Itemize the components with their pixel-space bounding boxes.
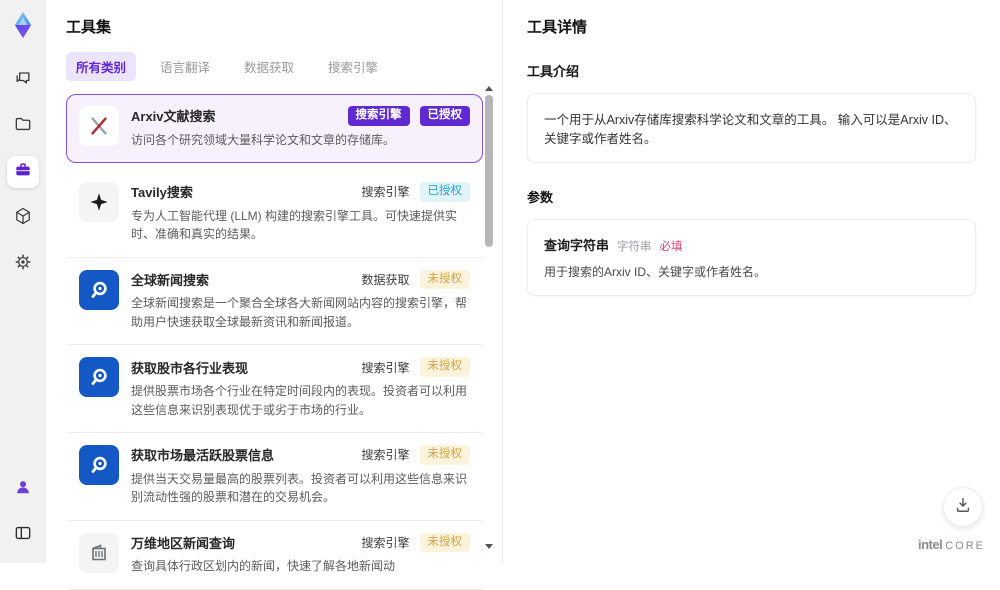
tool-auth-badge: 未授权	[419, 445, 470, 465]
tool-title: 获取股市各行业表现	[131, 360, 249, 376]
tool-list-panel: 工具集 所有类别 语言翻译 数据获取 搜索引擎 Arxiv文献搜索 搜索引擎 已…	[46, 0, 503, 590]
tool-category-badge: 搜索引擎	[347, 106, 410, 126]
params-heading: 参数	[527, 190, 554, 205]
download-icon	[953, 495, 973, 520]
page-title: 工具集	[66, 19, 112, 36]
tool-description: 提供股票市场各个行业在特定时间段内的表现。投资者可以利用这些信息来识别表现优于或…	[131, 383, 468, 417]
tab-label: 语言翻译	[160, 61, 211, 75]
sidebar-item-packages[interactable]	[7, 202, 39, 234]
tool-category-badge: 搜索引擎	[361, 360, 410, 375]
param-box: 查询字符串 字符串 必填 用于搜索的Arxiv ID、关键字或作者姓名。	[527, 219, 976, 296]
tool-auth-badge: 未授权	[419, 532, 470, 553]
sidebar-item-settings[interactable]	[7, 248, 39, 280]
detail-title: 工具详情	[527, 19, 588, 36]
tool-auth-badge: 已授权	[419, 106, 470, 126]
core-brand-text: CORE	[945, 540, 985, 552]
tool-description: 查询具体行政区划内的新闻，快速了解各地新闻动	[131, 559, 396, 574]
category-tab-3[interactable]: 搜索引擎	[318, 52, 388, 81]
sidebar-item-tools[interactable]	[7, 156, 39, 188]
tool-description: 专为人工智能代理 (LLM) 构建的搜索引擎工具。可快速提供实时、准确和真实的结…	[131, 208, 458, 242]
category-tab-0[interactable]: 所有类别	[66, 52, 137, 81]
intro-text: 一个用于从Arxiv存储库搜索科学论文和文章的工具。 输入可以是Arxiv ID…	[544, 113, 957, 146]
tool-title: 万维地区新闻查询	[131, 536, 236, 552]
param-type: 字符串	[617, 241, 652, 253]
tab-label: 搜索引擎	[328, 61, 379, 75]
tool-card[interactable]: Arxiv文献搜索 搜索引擎 已授权 访问各个研究领域大量科学论文和文章的存储库…	[66, 94, 483, 164]
app-logo gem-logo-icon	[8, 10, 38, 40]
intel-brand-text: intel	[917, 537, 943, 552]
tool-auth-badge: 未授权	[419, 357, 470, 377]
blue-search-icon	[79, 357, 119, 398]
tool-card[interactable]: 获取股市各行业表现 搜索引擎 未授权 提供股票市场各个行业在特定时间段内的表现。…	[66, 345, 483, 434]
tool-card[interactable]: Tavily搜索 搜索引擎 已授权 专为人工智能代理 (LLM) 构建的搜索引擎…	[66, 170, 483, 258]
category-tabs: 所有类别 语言翻译 数据获取 搜索引擎	[66, 52, 482, 81]
download-button[interactable]	[943, 487, 983, 527]
tool-title: Tavily搜索	[131, 185, 193, 201]
tab-label: 数据获取	[244, 61, 295, 75]
user-avatar-button[interactable]	[7, 473, 39, 505]
scroll-up-arrow[interactable]	[485, 86, 493, 91]
blue-search-icon	[79, 269, 119, 310]
arxiv-icon	[79, 106, 119, 146]
tool-card[interactable]: 获取市场最活跃股票信息 搜索引擎 未授权 提供当天交易量最高的股票列表。投资者可…	[66, 433, 483, 521]
scroll-down-arrow[interactable]	[485, 544, 493, 549]
tool-description: 访问各个研究领域大量科学论文和文章的存储库。	[131, 132, 396, 147]
scroll-thumb[interactable]	[485, 95, 493, 247]
tool-category-badge: 数据获取	[361, 273, 410, 288]
param-required-badge: 必填	[659, 241, 683, 253]
intro-heading: 工具介绍	[527, 64, 580, 79]
news-building-none-icon	[79, 445, 119, 486]
list-scrollbar[interactable]	[484, 86, 494, 549]
tool-detail-panel: 工具详情 工具介绍 一个用于从Arxiv存储库搜索科学论文和文章的工具。 输入可…	[503, 0, 1000, 563]
tool-auth-badge: 已授权	[419, 182, 470, 202]
tool-auth-badge: 未授权	[419, 269, 470, 290]
panel-toggle-button[interactable]	[7, 519, 39, 551]
panel-toggle-icon	[13, 523, 33, 548]
folder-icon	[13, 114, 33, 139]
chat-icon	[13, 68, 33, 93]
tool-title: Arxiv文献搜索	[131, 109, 216, 125]
sidebar	[0, 0, 46, 563]
sidebar-item-chat[interactable]	[7, 64, 39, 96]
tool-description: 提供当天交易量最高的股票列表。投资者可以利用这些信息来识别流动性强的股票和潜在的…	[131, 471, 468, 505]
main-content: 工具集 所有类别 语言翻译 数据获取 搜索引擎 Arxiv文献搜索 搜索引擎 已…	[46, 0, 1000, 590]
tool-title: 全球新闻搜索	[131, 273, 210, 289]
news-building-icon	[79, 532, 119, 573]
tavily-icon	[79, 182, 119, 223]
tab-label: 所有类别	[76, 61, 127, 75]
tool-category-badge: 搜索引擎	[361, 536, 410, 551]
intro-box: 一个用于从Arxiv存储库搜索科学论文和文章的工具。 输入可以是Arxiv ID…	[527, 93, 976, 163]
tool-card[interactable]: 万维地区新闻查询 搜索引擎 未授权 查询具体行政区划内的新闻，快速了解各地新闻动	[66, 520, 483, 590]
param-description: 用于搜索的Arxiv ID、关键字或作者姓名。	[544, 265, 767, 279]
tool-category-badge: 搜索引擎	[361, 448, 410, 463]
user-icon	[13, 477, 33, 502]
category-tab-2[interactable]: 数据获取	[234, 52, 304, 81]
category-tab-1[interactable]: 语言翻译	[150, 52, 220, 81]
tool-list: Arxiv文献搜索 搜索引擎 已授权 访问各个研究领域大量科学论文和文章的存储库…	[66, 94, 483, 590]
sidebar-item-folder[interactable]	[7, 110, 39, 142]
tool-category-badge: 搜索引擎	[361, 185, 410, 200]
cube-icon	[13, 206, 33, 231]
intel-core-logo: intel CORE	[918, 537, 985, 552]
gear-icon	[13, 252, 33, 277]
briefcase-icon	[13, 160, 33, 185]
tool-title: 获取市场最活跃股票信息	[131, 448, 275, 464]
tool-description: 全球新闻搜索是一个聚合全球各大新闻网站内容的搜索引擎，帮助用户快速获取全球最新资…	[131, 296, 468, 329]
param-name: 查询字符串	[544, 238, 610, 253]
tool-card[interactable]: 全球新闻搜索 数据获取 未授权 全球新闻搜索是一个聚合全球各大新闻网站内容的搜索…	[66, 257, 483, 346]
